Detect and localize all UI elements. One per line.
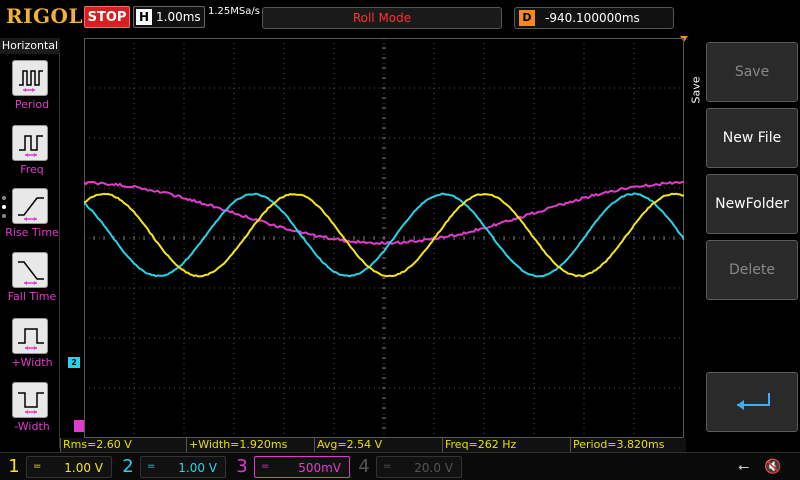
fall-time-icon [12,252,48,288]
measurement-average: Avg=2.54 V [314,438,442,452]
horizontal-measure-menu: Horizontal Period Freq Rise Time Fall Ti… [0,38,60,448]
channel-2-coupling: = [147,461,155,472]
page-dot [2,196,6,200]
top-status-bar: RIGOL STOP H 1.00ms 1.25MSa/s Roll Mode … [0,0,800,38]
channel-4-status[interactable]: 4 = 20.0 V [354,455,464,479]
delete-button[interactable]: Delete [706,240,798,300]
timebase-display[interactable]: H 1.00ms [133,6,205,28]
channel-1-scale: 1.00 V [64,461,103,475]
save-button[interactable]: Save [706,42,798,102]
delay-display[interactable]: D -940.100000ms [514,7,674,29]
measure-negative-width-label: -Width [0,420,64,433]
channel-1-coupling: = [33,461,41,472]
measure-frequency-label: Freq [0,163,64,176]
new-folder-button[interactable]: NewFolder [706,174,798,234]
channel-3-status[interactable]: 3 = 500mV [232,455,350,479]
channel-4-number: 4 [354,455,374,479]
measurement-positive-width: +Width=1.920ms [186,438,314,452]
waveform-canvas [84,38,684,438]
period-icon [12,60,48,96]
sample-rate: 1.25MSa/s [208,6,260,17]
run-stop-indicator[interactable]: STOP [84,6,130,28]
graticule [84,38,684,438]
save-menu-title: Save [686,42,704,138]
usb-icon: ⭠ [738,459,749,475]
channel-4-coupling: = [383,461,391,472]
measure-positive-width-label: +Width [0,356,64,369]
channel-3-number: 3 [232,455,252,479]
measure-rise-time-label: Rise Time [0,226,64,239]
measure-positive-width[interactable]: +Width [0,318,60,380]
positive-width-icon [12,318,48,354]
measurement-frequency: Freq=262 Hz [442,438,570,452]
timebase-letter: H [136,9,152,25]
channel-2-offset-marker[interactable]: 2 [68,357,80,368]
measure-period[interactable]: Period [0,60,60,122]
channel-4-scale-box: = 20.0 V [376,456,462,478]
menu-title: Horizontal [0,38,60,54]
channel-2-status[interactable]: 2 = 1.00 V [118,455,228,479]
delay-letter: D [519,10,535,26]
menu-page-indicator [2,196,8,223]
page-dot-active [2,205,6,209]
acquisition-mode: Roll Mode [262,7,502,29]
channel-1-trace [84,194,684,277]
brand-logo: RIGOL [6,4,83,28]
measure-period-label: Period [0,98,64,111]
channel-3-offset-marker[interactable] [74,420,84,432]
delay-value: -940.100000ms [545,11,640,25]
waveform-display[interactable] [84,38,684,438]
frequency-icon [12,125,48,161]
measure-fall-time-label: Fall Time [0,290,64,303]
channel-status-bar: 1 = 1.00 V 2 = 1.00 V 3 = 500mV 4 = 20.0… [0,452,800,480]
measure-rise-time[interactable]: Rise Time [0,188,60,250]
channel-2-scale-box: = 1.00 V [140,456,226,478]
channel-2-number: 2 [118,455,138,479]
new-file-button[interactable]: New File [706,108,798,168]
channel-1-scale-box: = 1.00 V [26,456,112,478]
measurement-results-bar: Rms=2.60 V +Width=1.920ms Avg=2.54 V Fre… [60,438,700,452]
channel-3-scale-box: = 500mV [254,456,350,478]
timebase-value: 1.00ms [156,10,201,24]
measure-frequency[interactable]: Freq [0,125,60,187]
save-menu: Save Save New File NewFolder Delete [686,38,800,452]
channel-3-scale: 500mV [298,461,341,475]
rise-time-icon [12,188,48,224]
measure-fall-time[interactable]: Fall Time [0,252,60,314]
speaker-muted-icon[interactable]: 🔇 [764,459,781,475]
measurement-period: Period=3.820ms [570,438,700,452]
enter-arrow-icon [731,391,775,415]
save-menu-title-text: Save [690,76,703,103]
channel-1-status[interactable]: 1 = 1.00 V [4,455,114,479]
measurement-rms: Rms=2.60 V [60,438,186,452]
channel-4-scale: 20.0 V [414,461,453,475]
enter-button[interactable] [706,372,798,432]
channel-2-scale: 1.00 V [178,461,217,475]
channel-3-coupling: = [261,461,269,472]
negative-width-icon [12,382,48,418]
channel-1-number: 1 [4,455,24,479]
measure-negative-width[interactable]: -Width [0,382,60,444]
page-dot [2,214,6,218]
